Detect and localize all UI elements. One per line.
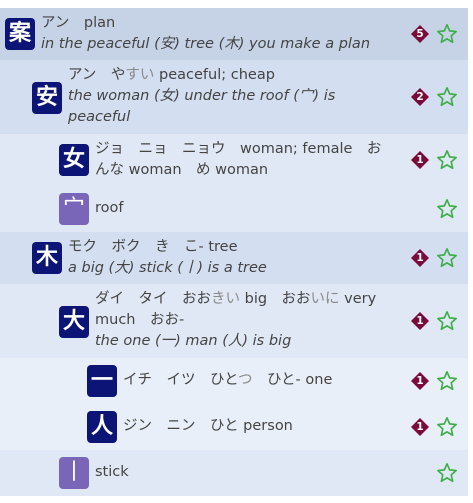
count-badge-number: 1 [416,375,424,387]
kanji-tile[interactable]: 女 [59,144,89,176]
kanji-row-jin-person[interactable]: 人 ジン ニン ひと person 1 [0,404,468,450]
favorite-star-icon[interactable] [436,86,458,108]
kanji-mnemonic: the woman (女) under the roof (宀) is peac… [68,88,336,125]
kanji-tile[interactable]: 大 [59,306,89,338]
kanji-reading: アン plan [41,15,116,31]
radical-text: roof [95,198,395,219]
reading-part: アン や [68,67,126,83]
radical-text: stick [95,462,395,483]
kanji-row-jo-woman[interactable]: 女 ジョ ニョ ニョウ woman; female おんな woman め wo… [0,134,468,186]
count-badge-number: 2 [416,91,424,103]
radical-row-stick[interactable]: 丨 stick [0,450,468,496]
kanji-row-an-peaceful[interactable]: 安 アン やすい peaceful; cheap the woman (女) u… [0,60,468,134]
kanji-row-moku-tree[interactable]: 木 モク ボク き こ- tree a big (大) stick (丨) is… [0,232,468,284]
kanji-text: イチ イツ ひとつ ひと- one [123,370,403,391]
kanji-text: ジョ ニョ ニョウ woman; female おんな woman め woma… [95,139,395,181]
favorite-star-icon[interactable] [436,149,458,171]
kanji-tile[interactable]: 安 [32,82,62,114]
kanji-text: ジン ニン ひと person [123,416,403,437]
favorite-star-icon[interactable] [436,310,458,332]
reading-okurigana: つ [237,372,253,388]
radical-meaning: stick [95,464,129,480]
count-badge: 1 [411,418,429,436]
count-badge: 5 [411,25,429,43]
reading-part: ひと- one [252,372,333,388]
radical-tile[interactable]: 丨 [59,457,89,489]
count-badge: 1 [411,312,429,330]
favorite-star-icon[interactable] [436,462,458,484]
kanji-mnemonic: a big (大) stick (丨) is a tree [68,260,267,276]
kanji-reading: モク ボク き こ- tree [68,239,238,255]
kanji-tile[interactable]: 木 [32,242,62,274]
favorite-star-icon[interactable] [436,23,458,45]
count-badge-number: 1 [416,154,424,166]
count-badge: 1 [411,151,429,169]
radical-tile[interactable]: 宀 [59,193,89,225]
reading-part: イチ イツ ひと [123,372,238,388]
kanji-text: ダイ タイ おおきい big おおいに very much おお- the on… [95,289,395,352]
count-badge: 1 [411,372,429,390]
kanji-row-ichi-one[interactable]: 一 イチ イツ ひとつ ひと- one 1 [0,358,468,404]
kanji-tile[interactable]: 案 [5,18,35,50]
count-badge: 1 [411,249,429,267]
favorite-star-icon[interactable] [436,247,458,269]
kanji-mnemonic: in the peaceful (安) tree (木) you make a … [41,36,371,52]
count-badge-number: 1 [416,421,424,433]
kanji-reading: アン やすい peaceful; cheap [68,67,275,83]
radical-meaning: roof [95,200,124,216]
kanji-reading: ジン ニン ひと person [123,418,293,434]
kanji-text: モク ボク き こ- tree a big (大) stick (丨) is a… [68,237,368,279]
favorite-star-icon[interactable] [436,198,458,220]
kanji-tile[interactable]: 人 [87,411,117,443]
reading-okurigana: いに [310,291,340,307]
kanji-reading: イチ イツ ひとつ ひと- one [123,372,332,388]
kanji-text: アン plan in the peaceful (安) tree (木) you… [41,13,381,55]
kanji-reading: ジョ ニョ ニョウ woman; female おんな woman め woma… [95,141,382,178]
favorite-star-icon[interactable] [436,416,458,438]
reading-part: peaceful; cheap [154,67,275,83]
reading-okurigana: すい [125,67,155,83]
reading-okurigana: きい [211,291,240,307]
kanji-reading: ダイ タイ おおきい big おおいに very much おお- [95,291,376,328]
count-badge-number: 1 [416,315,424,327]
count-badge: 2 [411,88,429,106]
count-badge-number: 1 [416,252,424,264]
reading-part: ダイ タイ おお [95,291,211,307]
favorite-star-icon[interactable] [436,370,458,392]
reading-part: big おお [240,291,311,307]
kanji-row-dai-big[interactable]: 大 ダイ タイ おおきい big おおいに very much おお- the … [0,284,468,358]
radical-row-roof[interactable]: 宀 roof [0,186,468,232]
kanji-row-an-plan[interactable]: 案 アン plan in the peaceful (安) tree (木) y… [0,8,468,60]
kanji-text: アン やすい peaceful; cheap the woman (女) und… [68,65,368,128]
kanji-mnemonic: the one (一) man (人) is big [95,333,292,349]
count-badge-number: 5 [416,28,424,40]
kanji-tile[interactable]: 一 [87,365,117,397]
